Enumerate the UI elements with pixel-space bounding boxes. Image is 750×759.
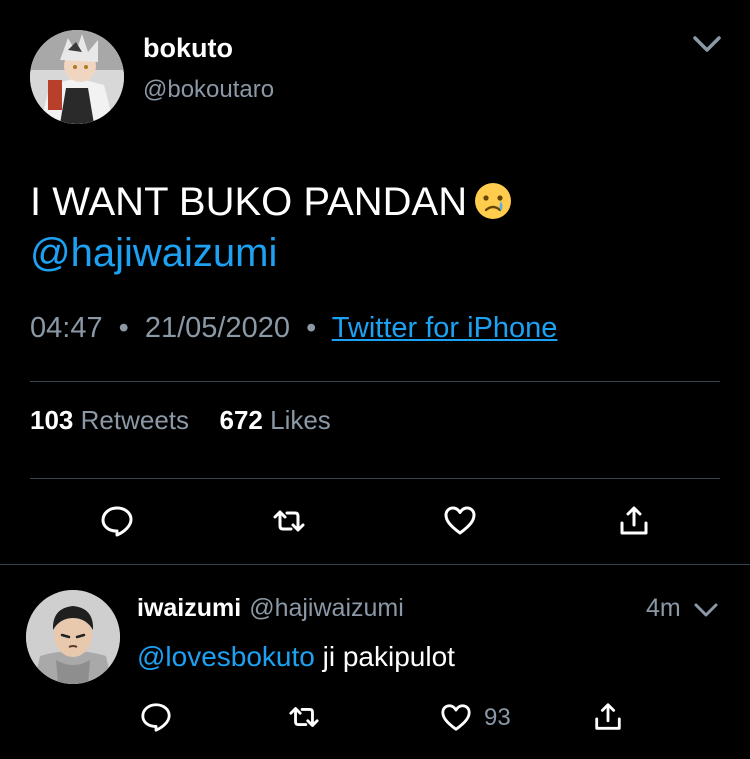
share-button[interactable] (592, 701, 624, 733)
likes-count: 672 (219, 405, 263, 435)
reply-text-content: ji pakipulot (314, 641, 455, 672)
display-name[interactable]: bokuto (143, 33, 233, 64)
separator-dot: • (118, 312, 129, 344)
reply-mention-link[interactable]: @lovesbokuto (137, 641, 315, 672)
reply-icon (141, 703, 171, 732)
tweet-date: 21/05/2020 (144, 312, 291, 344)
likes-stat[interactable]: 672 Likes (219, 405, 330, 435)
chevron-down-icon[interactable] (691, 32, 723, 56)
retweet-button[interactable] (272, 504, 306, 538)
bokuto-avatar[interactable] (30, 30, 124, 124)
reply-like-count: 93 (484, 704, 511, 731)
tweet-stats: 103 Retweets 672 Likes (30, 405, 331, 436)
share-icon (595, 703, 621, 730)
mention-link[interactable]: @hajiwaizumi (30, 228, 710, 279)
likes-label: Likes (270, 405, 331, 435)
divider (0, 564, 750, 565)
share-button[interactable] (617, 504, 651, 538)
divider (30, 478, 720, 479)
avatar-illustration (26, 590, 120, 684)
tweet-text-line: I WANT BUKO PANDAN (30, 177, 710, 228)
tweet-meta: 04:47 • 21/05/2020 • Twitter for iPhone (30, 312, 557, 345)
retweets-count: 103 (30, 405, 74, 435)
reply-handle: @hajiwaizumi (249, 594, 404, 622)
heart-icon (444, 506, 476, 535)
retweet-icon (289, 707, 319, 727)
reply-button[interactable] (140, 701, 172, 733)
retweet-icon (273, 510, 305, 532)
tweet-text: I WANT BUKO PANDAN @hajiwaizumi (30, 177, 710, 279)
tweet-text-content: I WANT BUKO PANDAN (30, 180, 468, 224)
reply-display-name: iwaizumi (137, 594, 242, 622)
avatar-illustration (30, 30, 124, 124)
crying-face-icon (475, 183, 512, 219)
like-button[interactable] (443, 504, 477, 538)
iwaizumi-avatar[interactable] (26, 590, 120, 684)
reply-author[interactable]: iwaizumi @hajiwaizumi (137, 594, 404, 623)
tweet-detail-screen: bokuto @bokoutaro I WANT BUKO PANDAN @ha… (0, 0, 750, 759)
source-link[interactable]: Twitter for iPhone (332, 312, 558, 344)
tweet-time: 04:47 (30, 312, 103, 344)
reply-button[interactable] (100, 504, 134, 538)
retweets-stat[interactable]: 103 Retweets (30, 405, 196, 435)
like-button[interactable] (440, 702, 472, 734)
retweets-label: Retweets (80, 405, 190, 435)
share-icon (620, 506, 648, 535)
reply-text: @lovesbokuto ji pakipulot (137, 641, 455, 673)
user-handle[interactable]: @bokoutaro (143, 76, 274, 104)
chevron-down-icon[interactable] (693, 600, 719, 620)
heart-icon (441, 704, 471, 731)
reply-timestamp: 4m (646, 594, 681, 622)
reply-icon (101, 506, 133, 537)
separator-dot: • (306, 312, 317, 344)
divider (30, 381, 720, 382)
retweet-button[interactable] (288, 701, 320, 733)
